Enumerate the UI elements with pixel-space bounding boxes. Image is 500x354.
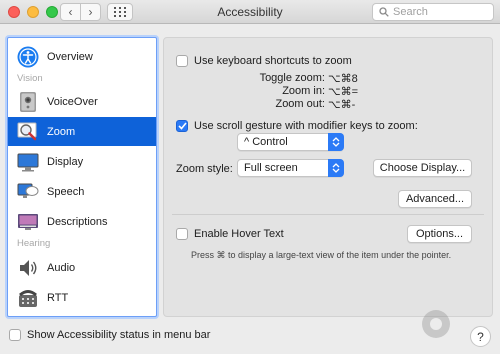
modifier-key-value: ^ Control [244, 136, 288, 148]
sidebar-item-audio[interactable]: Audio [8, 253, 156, 282]
sidebar-item-overview[interactable]: Overview [8, 42, 156, 71]
watermark-logo-icon [422, 310, 450, 338]
checkbox-box[interactable] [176, 120, 188, 132]
voiceover-icon [16, 90, 40, 114]
checkbox-box[interactable] [176, 55, 188, 67]
zoom-out-keys: ⌥⌘- [328, 99, 356, 111]
advanced-button[interactable]: Advanced... [398, 190, 472, 208]
display-icon [16, 150, 40, 174]
checkbox-box[interactable] [9, 329, 21, 341]
search-input[interactable] [393, 6, 483, 18]
accessibility-window: ‹ › Accessibility Search Overview Vision… [0, 0, 500, 354]
sidebar-item-label: Descriptions [47, 215, 108, 228]
minimize-button[interactable] [27, 6, 39, 18]
speech-icon [16, 180, 40, 204]
help-label: ? [477, 329, 484, 344]
keyboard-shortcuts-label: Use keyboard shortcuts to zoom [194, 55, 352, 67]
sidebar-item-label: Zoom [47, 125, 76, 138]
hover-text-label: Enable Hover Text [194, 228, 284, 240]
toggle-zoom-label: Toggle zoom: [259, 72, 325, 84]
search-icon [379, 7, 389, 17]
sidebar-item-zoom[interactable]: Zoom [8, 117, 156, 146]
sidebar-item-label: Display [47, 155, 84, 168]
telephone-icon [16, 286, 40, 310]
zoom-icon [16, 120, 40, 144]
sidebar-item-label: Speech [47, 185, 85, 198]
choose-display-button[interactable]: Choose Display... [373, 159, 472, 177]
chevron-updown-icon [328, 133, 344, 151]
sidebar-item-label: RTT [47, 291, 69, 304]
grid-icon [114, 7, 126, 17]
section-divider [172, 214, 484, 215]
title-bar: ‹ › Accessibility [0, 0, 500, 24]
checkmark-icon [177, 122, 187, 130]
sidebar-item-display[interactable]: Display [8, 147, 156, 176]
back-button[interactable]: ‹ [60, 3, 81, 21]
scroll-gesture-checkbox[interactable]: Use scroll gesture with modifier keys to… [176, 120, 418, 132]
chevron-left-icon: ‹ [68, 5, 73, 19]
show-status-label: Show Accessibility status in menu bar [27, 329, 211, 341]
sidebar-item-speech[interactable]: Speech [8, 177, 156, 206]
sidebar-item-label: Overview [47, 50, 93, 63]
forward-button[interactable]: › [80, 3, 101, 21]
section-header-hearing: Hearing [17, 238, 51, 249]
zoom-style-label: Zoom style: [176, 163, 233, 175]
hover-text-checkbox[interactable]: Enable Hover Text [176, 228, 284, 240]
zoom-in-keys: ⌥⌘= [328, 86, 359, 98]
section-header-vision: Vision [17, 73, 43, 84]
search-field[interactable] [372, 3, 494, 21]
sidebar-item-descriptions[interactable]: Descriptions [8, 207, 156, 236]
zoom-style-value: Full screen [244, 162, 298, 174]
accessibility-icon [16, 45, 40, 69]
descriptions-icon [16, 210, 40, 234]
help-button[interactable]: ? [470, 326, 491, 347]
scroll-gesture-label: Use scroll gesture with modifier keys to… [194, 120, 418, 132]
keyboard-shortcuts-checkbox[interactable]: Use keyboard shortcuts to zoom [176, 55, 352, 67]
close-button[interactable] [8, 6, 20, 18]
chevron-right-icon: › [88, 5, 93, 19]
zoom-in-label: Zoom in: [282, 85, 325, 97]
options-button[interactable]: Options... [407, 225, 472, 243]
sidebar-item-rtt[interactable]: RTT [8, 283, 156, 312]
zoom-window-button[interactable] [46, 6, 58, 18]
sidebar-item-label: VoiceOver [47, 95, 98, 108]
checkbox-box[interactable] [176, 228, 188, 240]
show-status-checkbox[interactable]: Show Accessibility status in menu bar [9, 329, 210, 341]
sidebar: Overview Vision VoiceOver Zoom Display S… [7, 37, 157, 317]
speaker-icon [16, 256, 40, 280]
sidebar-item-label: Audio [47, 261, 76, 274]
toggle-zoom-keys: ⌥⌘8 [328, 73, 358, 85]
modifier-key-select[interactable]: ^ Control [237, 133, 344, 151]
sidebar-item-voiceover[interactable]: VoiceOver [8, 87, 156, 116]
hover-text-hint: Press ⌘ to display a large-text view of … [191, 250, 452, 260]
show-all-button[interactable] [107, 3, 133, 21]
window-title: Accessibility [217, 5, 283, 19]
chevron-updown-icon [328, 159, 344, 177]
zoom-style-select[interactable]: Full screen [237, 159, 344, 177]
zoom-out-label: Zoom out: [275, 98, 325, 110]
